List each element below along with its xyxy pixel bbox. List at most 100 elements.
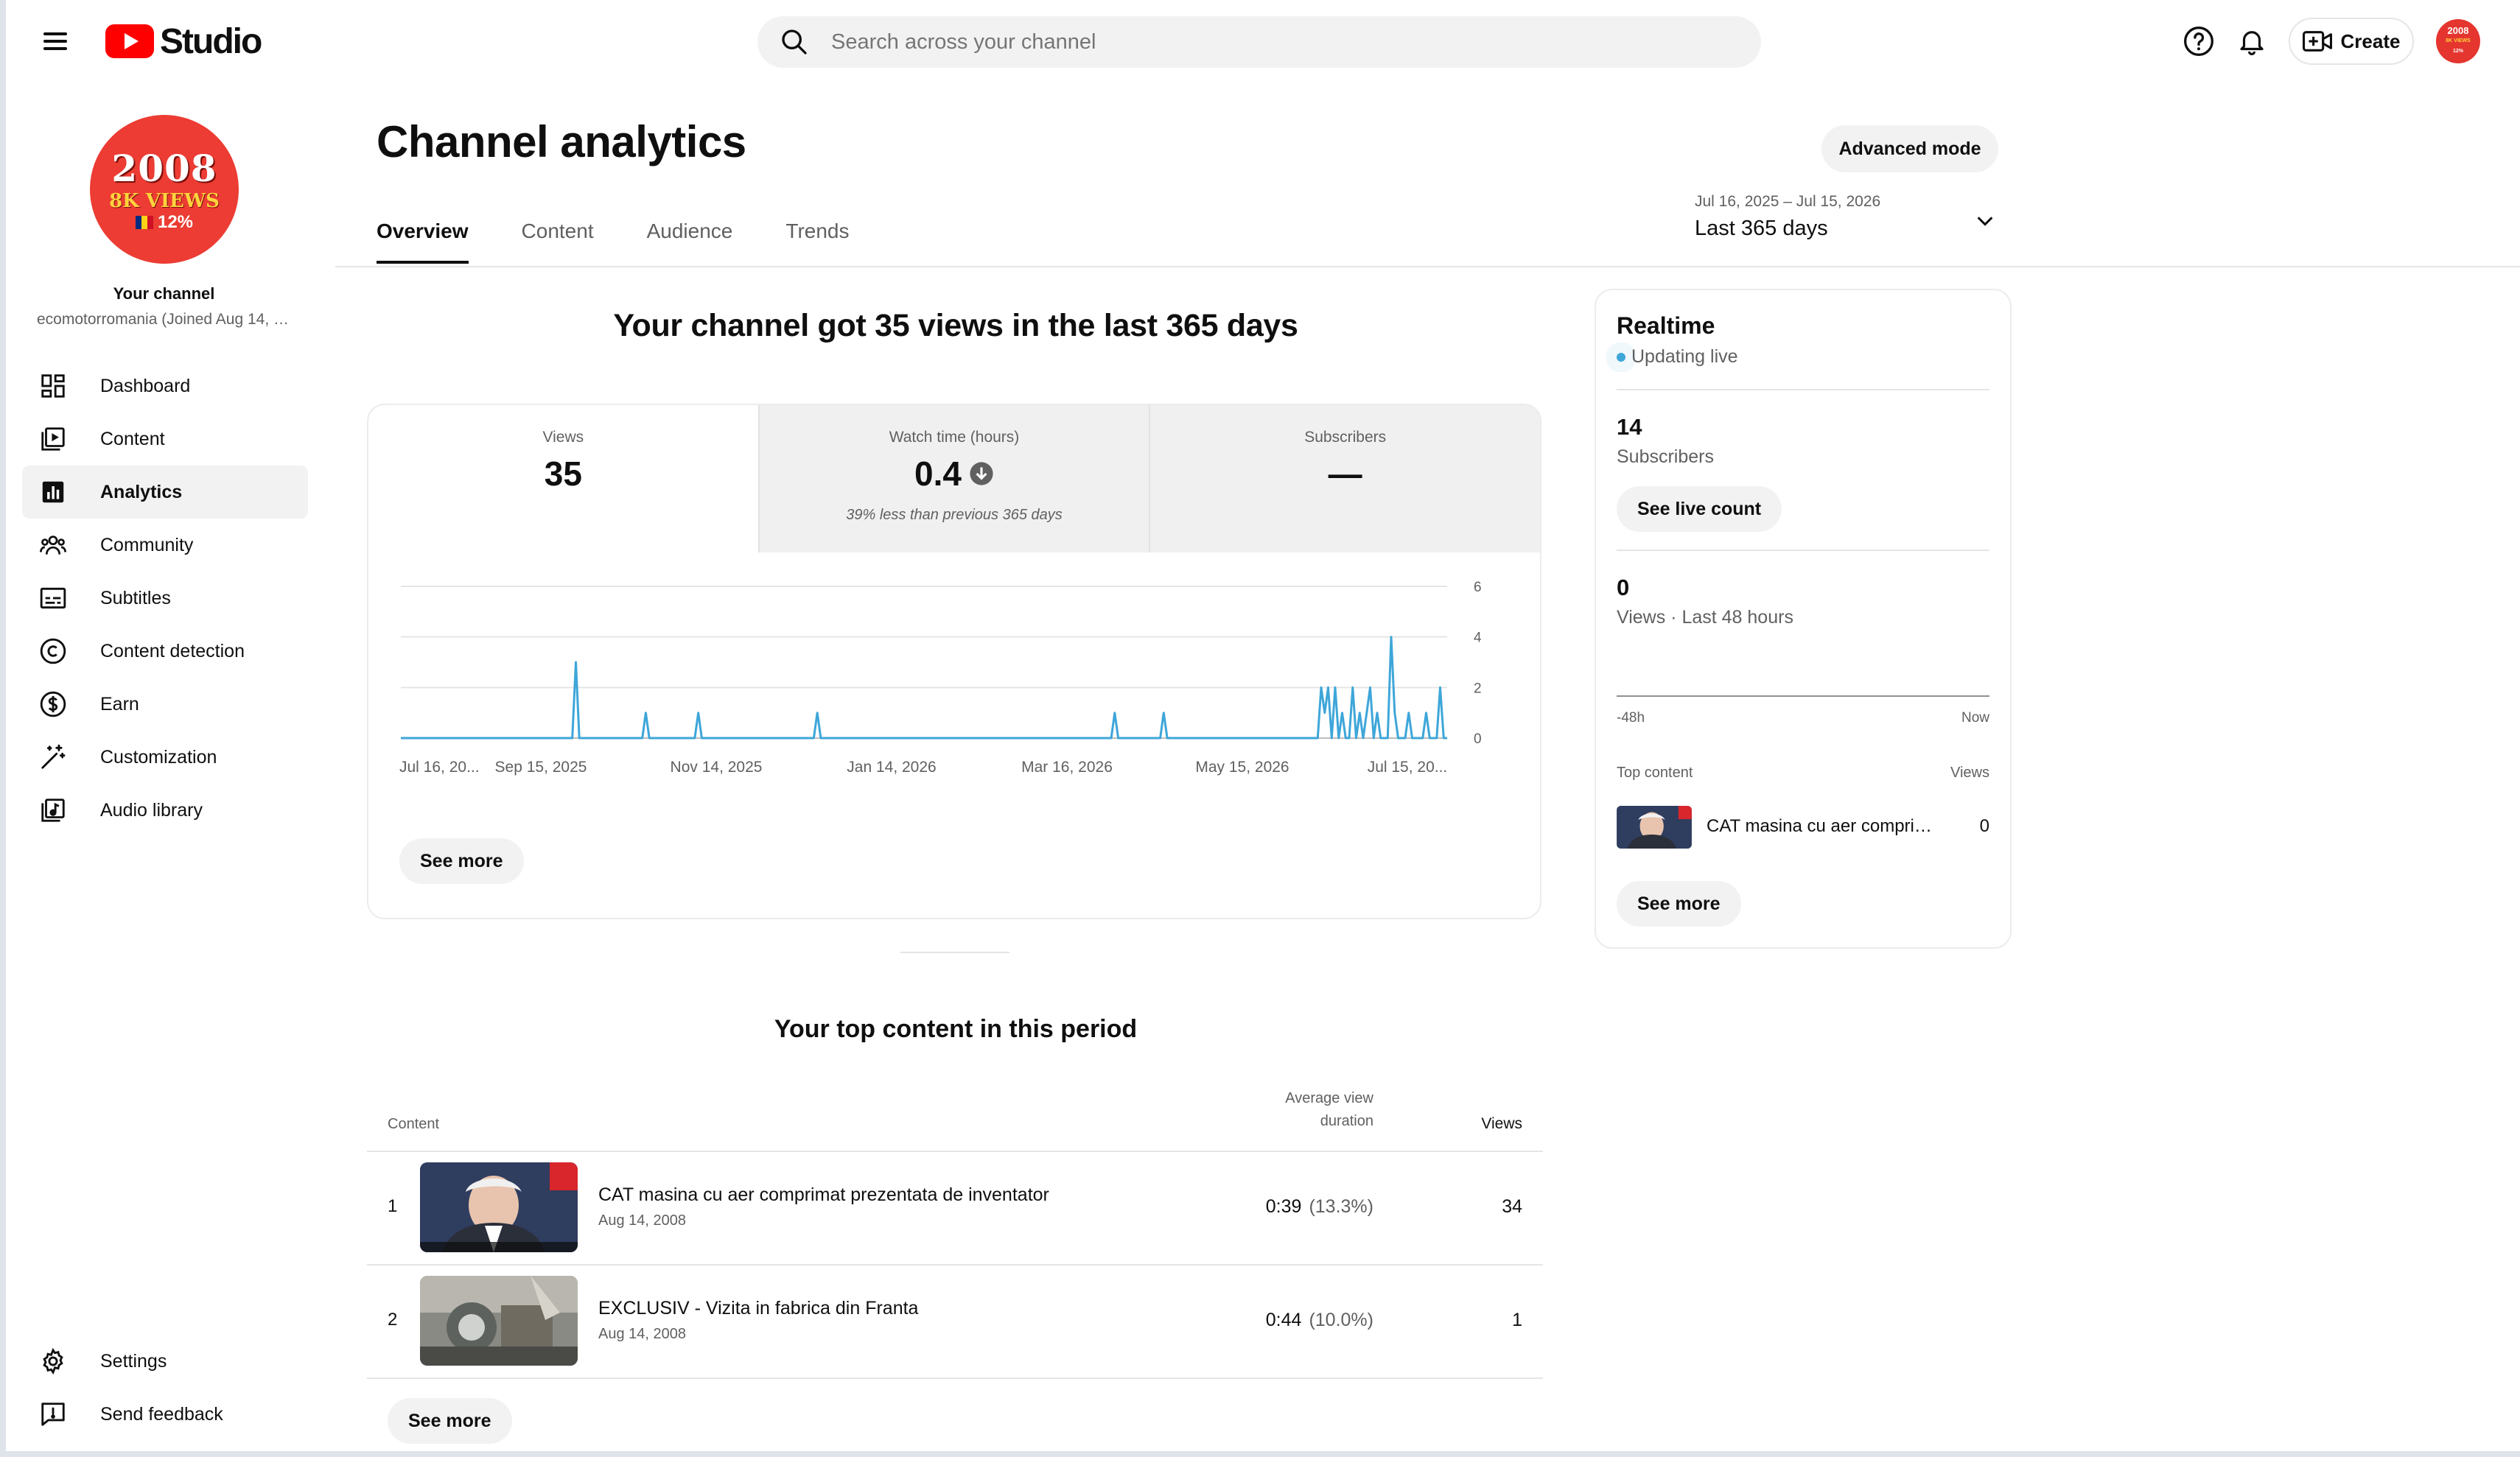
- metric-value-text: —: [1328, 454, 1362, 493]
- table-row[interactable]: 2 EXCLUSIV - Vizita in fabrica din Frant…: [367, 1265, 1543, 1379]
- realtime-card: Realtime Updating live 14 Subscribers Se…: [1595, 289, 2012, 949]
- metric-value-text: 35: [544, 454, 582, 493]
- chart-x-tick-label: Nov 14, 2025: [671, 759, 763, 776]
- sidebar-item-settings[interactable]: Settings: [22, 1335, 308, 1388]
- top-content-table: Content Average view duration Views 1 CA…: [367, 1083, 1543, 1444]
- column-header-avg-view-duration[interactable]: Average view duration: [1285, 1087, 1373, 1133]
- realtime-divider: [1617, 389, 1989, 390]
- youtube-play-icon: [105, 24, 154, 58]
- search-bar[interactable]: [757, 16, 1761, 68]
- studio-logo-text: Studio: [160, 21, 262, 61]
- channel-name: ecomotorromania (Joined Aug 14, 2008): [37, 311, 295, 328]
- sidebar-item-send-feedback[interactable]: Send feedback: [22, 1388, 308, 1441]
- analytics-icon: [37, 476, 69, 508]
- avg-duration-value: 0:44: [1265, 1310, 1302, 1330]
- video-title[interactable]: CAT masina cu aer comprimat prezentata d…: [598, 1184, 1049, 1206]
- avg-duration-pct: (10.0%): [1309, 1310, 1373, 1330]
- overview-see-more-button[interactable]: See more: [399, 838, 524, 884]
- video-title[interactable]: CAT masina cu aer comprimat prezentata d…: [1707, 816, 1942, 837]
- sidebar-item-content-detection[interactable]: Content detection: [22, 625, 308, 678]
- sidebar-item-content[interactable]: Content: [22, 412, 308, 466]
- sidebar-bottom-nav: Settings Send feedback: [22, 1335, 308, 1441]
- romania-flag-icon: [135, 215, 153, 229]
- sidebar-item-dashboard[interactable]: Dashboard: [22, 359, 308, 412]
- tab-audience[interactable]: Audience: [647, 220, 733, 264]
- sidebar-item-customization[interactable]: Customization: [22, 731, 308, 784]
- channel-avatar[interactable]: 2008 8K VIEWS 12%: [90, 115, 239, 264]
- sidebar-item-earn[interactable]: Earn: [22, 678, 308, 731]
- realtime-views-column-label: Views: [1950, 765, 1989, 781]
- views-line-chart[interactable]: 0 2 4 6 Jul 16, 20... Sep 15, 2025 Nov 14, 202…: [368, 552, 1541, 803]
- notifications-bell-icon[interactable]: [2233, 22, 2271, 60]
- audio-library-icon: [37, 794, 69, 826]
- date-range-picker[interactable]: Jul 16, 2025 – Jul 15, 2026 Last 365 day…: [1695, 193, 2004, 245]
- row-rank: 1: [388, 1196, 398, 1216]
- video-thumbnail[interactable]: [420, 1162, 578, 1252]
- menu-icon[interactable]: [41, 28, 70, 55]
- sidebar-item-audio-library[interactable]: Audio library: [22, 784, 308, 837]
- window-frame-bottom: [0, 1451, 2520, 1457]
- copyright-icon: [37, 635, 69, 667]
- studio-logo[interactable]: Studio: [105, 21, 262, 62]
- tab-overview[interactable]: Overview: [377, 220, 469, 264]
- realtime-see-more-button[interactable]: See more: [1617, 881, 1741, 927]
- column-header-avg-line2: duration: [1320, 1113, 1373, 1129]
- chart-x-tick-label: Jul 16, 20...: [399, 759, 480, 776]
- realtime-axis-end: Now: [1961, 710, 1989, 726]
- sidebar-item-analytics[interactable]: Analytics: [22, 466, 308, 519]
- sidebar-nav: Dashboard Content Analytics Community Su…: [22, 359, 308, 837]
- community-icon: [37, 529, 69, 561]
- help-icon[interactable]: [2180, 22, 2218, 60]
- chart-x-tick-label: May 15, 2026: [1195, 759, 1289, 776]
- subtitles-icon: [37, 582, 69, 614]
- page-title: Channel analytics: [377, 117, 746, 166]
- create-label: Create: [2340, 29, 2401, 52]
- column-header-content: Content: [388, 1116, 440, 1132]
- feedback-icon: [37, 1398, 69, 1430]
- section-divider: [900, 952, 1009, 953]
- tab-content[interactable]: Content: [522, 220, 594, 264]
- sidebar-item-community[interactable]: Community: [22, 519, 308, 572]
- dashboard-icon: [37, 370, 69, 402]
- see-live-count-button[interactable]: See live count: [1617, 486, 1782, 532]
- video-title[interactable]: EXCLUSIV - Vizita in fabrica din Franta: [598, 1298, 918, 1319]
- metric-value: 35: [368, 454, 758, 494]
- metric-label: Views: [542, 429, 584, 446]
- realtime-top-item[interactable]: CAT masina cu aer comprimat prezentata d…: [1617, 806, 1989, 850]
- realtime-top-content-label: Top content: [1617, 765, 1693, 781]
- metric-views[interactable]: Views 35: [368, 405, 758, 552]
- top-content-see-more-button[interactable]: See more: [388, 1398, 512, 1444]
- create-video-icon: [2302, 31, 2332, 52]
- create-button[interactable]: Create: [2289, 18, 2414, 65]
- advanced-mode-button[interactable]: Advanced mode: [1821, 125, 1998, 172]
- video-thumbnail[interactable]: [420, 1276, 578, 1366]
- tab-trends[interactable]: Trends: [785, 220, 849, 264]
- chart-x-tick-label: Jul 15, 20...: [1368, 759, 1448, 776]
- avg-duration-value: 0:39: [1265, 1196, 1302, 1217]
- gear-icon: [37, 1345, 69, 1377]
- metric-subscribers[interactable]: Subscribers —: [1149, 405, 1540, 552]
- metric-value: —: [1150, 454, 1540, 494]
- video-avg-duration: 0:39 (13.3%): [1266, 1196, 1373, 1218]
- table-row[interactable]: 1 CAT masina cu aer comprimat prezentata…: [367, 1152, 1543, 1265]
- video-views: 34: [1502, 1196, 1522, 1217]
- realtime-subscribers-value: 14: [1617, 414, 1642, 440]
- analytics-tabs: Overview Content Audience Trends: [377, 220, 849, 264]
- metric-label: Subscribers: [1304, 429, 1387, 446]
- realtime-status-text: Updating live: [1631, 346, 1738, 367]
- sidebar-item-subtitles[interactable]: Subtitles: [22, 572, 308, 625]
- realtime-divider: [1617, 550, 1989, 551]
- content-icon: [37, 423, 69, 455]
- search-icon[interactable]: [780, 27, 809, 57]
- column-header-views[interactable]: Views: [1481, 1115, 1522, 1133]
- realtime-views-label: Views · Last 48 hours: [1617, 607, 1793, 628]
- search-input[interactable]: [830, 29, 1643, 55]
- sidebar-item-label: Send feedback: [100, 1403, 223, 1425]
- account-avatar[interactable]: 2008 8K VIEWS 12%: [2436, 19, 2480, 63]
- metric-watch-time[interactable]: Watch time (hours) 0.4 39% less than pre…: [757, 405, 1149, 552]
- video-thumbnail[interactable]: [1617, 806, 1692, 849]
- tabs-divider: [335, 266, 2520, 267]
- arrow-down-circle-icon: [970, 462, 993, 485]
- avatar-text-pct: 12%: [2452, 49, 2463, 54]
- chevron-down-icon: [1977, 217, 1993, 226]
